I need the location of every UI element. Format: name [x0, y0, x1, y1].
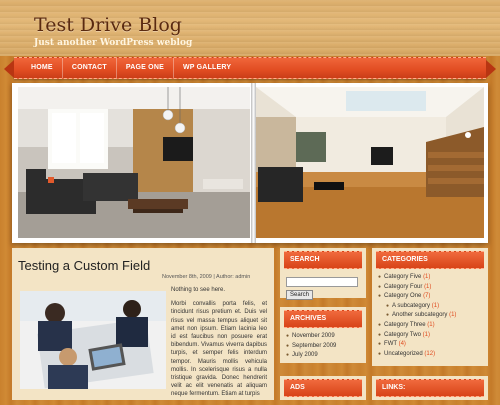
post-intro: Nothing to see here.	[171, 287, 226, 293]
category-count: (12)	[424, 350, 436, 357]
bullet-icon: ●	[378, 341, 382, 348]
site-header: Test Drive Blog Just another WordPress w…	[0, 0, 500, 56]
category-count: (1)	[424, 283, 432, 290]
categories-widget: CATEGORIES ● Category Five (1) ● Category F…	[372, 248, 488, 366]
category-count: (1)	[422, 331, 430, 338]
search-button[interactable]: Search	[286, 290, 314, 300]
ads-widget-title: ADS	[284, 379, 362, 397]
category-name[interactable]: FWT	[384, 341, 397, 347]
main-content: Testing a Custom Field November 8th, 200…	[12, 248, 274, 400]
archives-widget-title: ARCHIVES	[284, 310, 362, 328]
bullet-icon: ●	[378, 331, 382, 338]
bullet-icon: ●	[378, 274, 382, 280]
category-item[interactable]: ● Uncategorized (12)	[378, 350, 484, 360]
category-name[interactable]: Another subcategory	[392, 312, 447, 318]
bullet-icon: ●	[386, 302, 390, 309]
post-date: November 8th, 2009	[162, 274, 212, 280]
nav-page-one[interactable]: PAGE ONE	[117, 58, 174, 78]
ads-widget: ADS	[280, 376, 366, 400]
main-navigation: HOME CONTACT PAGE ONE WP GALLERY	[4, 57, 496, 79]
site-title[interactable]: Test Drive Blog	[34, 14, 182, 36]
category-name[interactable]: Category Three	[384, 322, 426, 328]
archive-item[interactable]: ● November 2009	[286, 332, 362, 342]
bullet-icon: ●	[286, 352, 290, 359]
subcategory-item[interactable]: ● Another subcategory (1)	[378, 311, 484, 321]
category-item[interactable]: ● FWT (4)	[378, 340, 484, 350]
archive-item[interactable]: ● September 2009	[286, 342, 362, 352]
category-count: (1)	[449, 312, 457, 319]
category-item[interactable]: ● Category Four (1)	[378, 283, 484, 293]
category-name[interactable]: Category One	[384, 293, 421, 299]
bullet-icon: ●	[286, 342, 290, 349]
bullet-icon: ●	[378, 321, 382, 328]
category-name[interactable]: Category Two	[384, 332, 421, 338]
category-name[interactable]: A subcategory	[392, 303, 430, 309]
living-room-photo[interactable]	[18, 87, 250, 238]
categories-list: ● Category Five (1) ● Category Four (1) ● Cat…	[378, 273, 484, 359]
category-item[interactable]: ● Category Two (1)	[378, 331, 484, 341]
post-meta: November 8th, 2009 | Author: admin	[162, 274, 251, 280]
archive-item[interactable]: ● July 2009	[286, 351, 362, 361]
bullet-icon: ●	[378, 350, 382, 357]
categories-widget-title: CATEGORIES	[376, 251, 484, 269]
links-widget-title: LINKS:	[376, 379, 484, 397]
post-author-label: Author:	[216, 274, 234, 280]
search-widget-title: SEARCH	[284, 251, 362, 269]
post-body: Morbi convallis porta felis, et tincidun…	[171, 301, 267, 398]
nav-wp-gallery[interactable]: WP GALLERY	[174, 58, 240, 78]
bullet-icon: ●	[286, 333, 290, 339]
subcategory-item[interactable]: ● A subcategory (1)	[378, 302, 484, 312]
category-item[interactable]: ● Category Three (1)	[378, 321, 484, 331]
open-plan-room-photo[interactable]	[256, 87, 484, 238]
post-photo	[20, 291, 166, 389]
category-item[interactable]: ● Category One (7)	[378, 292, 484, 302]
post-author[interactable]: admin	[235, 274, 250, 280]
bullet-icon: ●	[378, 293, 382, 300]
post-excerpt: Nothing to see here. Morbi convallis por…	[171, 286, 267, 405]
bullet-icon: ●	[386, 312, 390, 319]
sidebar-left: SEARCH Search ARCHIVES ● November 2009 ● S…	[280, 248, 366, 400]
site-tagline: Just another WordPress weblog	[34, 38, 193, 48]
post-title[interactable]: Testing a Custom Field	[18, 258, 150, 273]
category-count: (1)	[427, 321, 435, 328]
search-input[interactable]	[286, 277, 358, 287]
nav-contact[interactable]: CONTACT	[63, 58, 117, 78]
category-name[interactable]: Uncategorized	[384, 351, 423, 357]
featured-gallery	[12, 83, 488, 243]
category-name[interactable]: Category Four	[384, 284, 422, 290]
search-widget: SEARCH Search	[280, 248, 366, 300]
sidebar-right: CATEGORIES ● Category Five (1) ● Category F…	[372, 248, 488, 400]
category-count: (1)	[423, 274, 431, 280]
category-count: (7)	[423, 293, 431, 300]
links-widget: LINKS:	[372, 376, 488, 400]
category-count: (4)	[398, 341, 406, 348]
bullet-icon: ●	[378, 283, 382, 290]
archives-widget: ARCHIVES ● November 2009 ● September 2009 …	[280, 307, 366, 363]
category-count: (1)	[431, 302, 440, 309]
category-name[interactable]: Category Five	[384, 274, 421, 280]
category-item[interactable]: ● Category Five (1)	[378, 273, 484, 283]
nav-home[interactable]: HOME	[22, 58, 63, 78]
